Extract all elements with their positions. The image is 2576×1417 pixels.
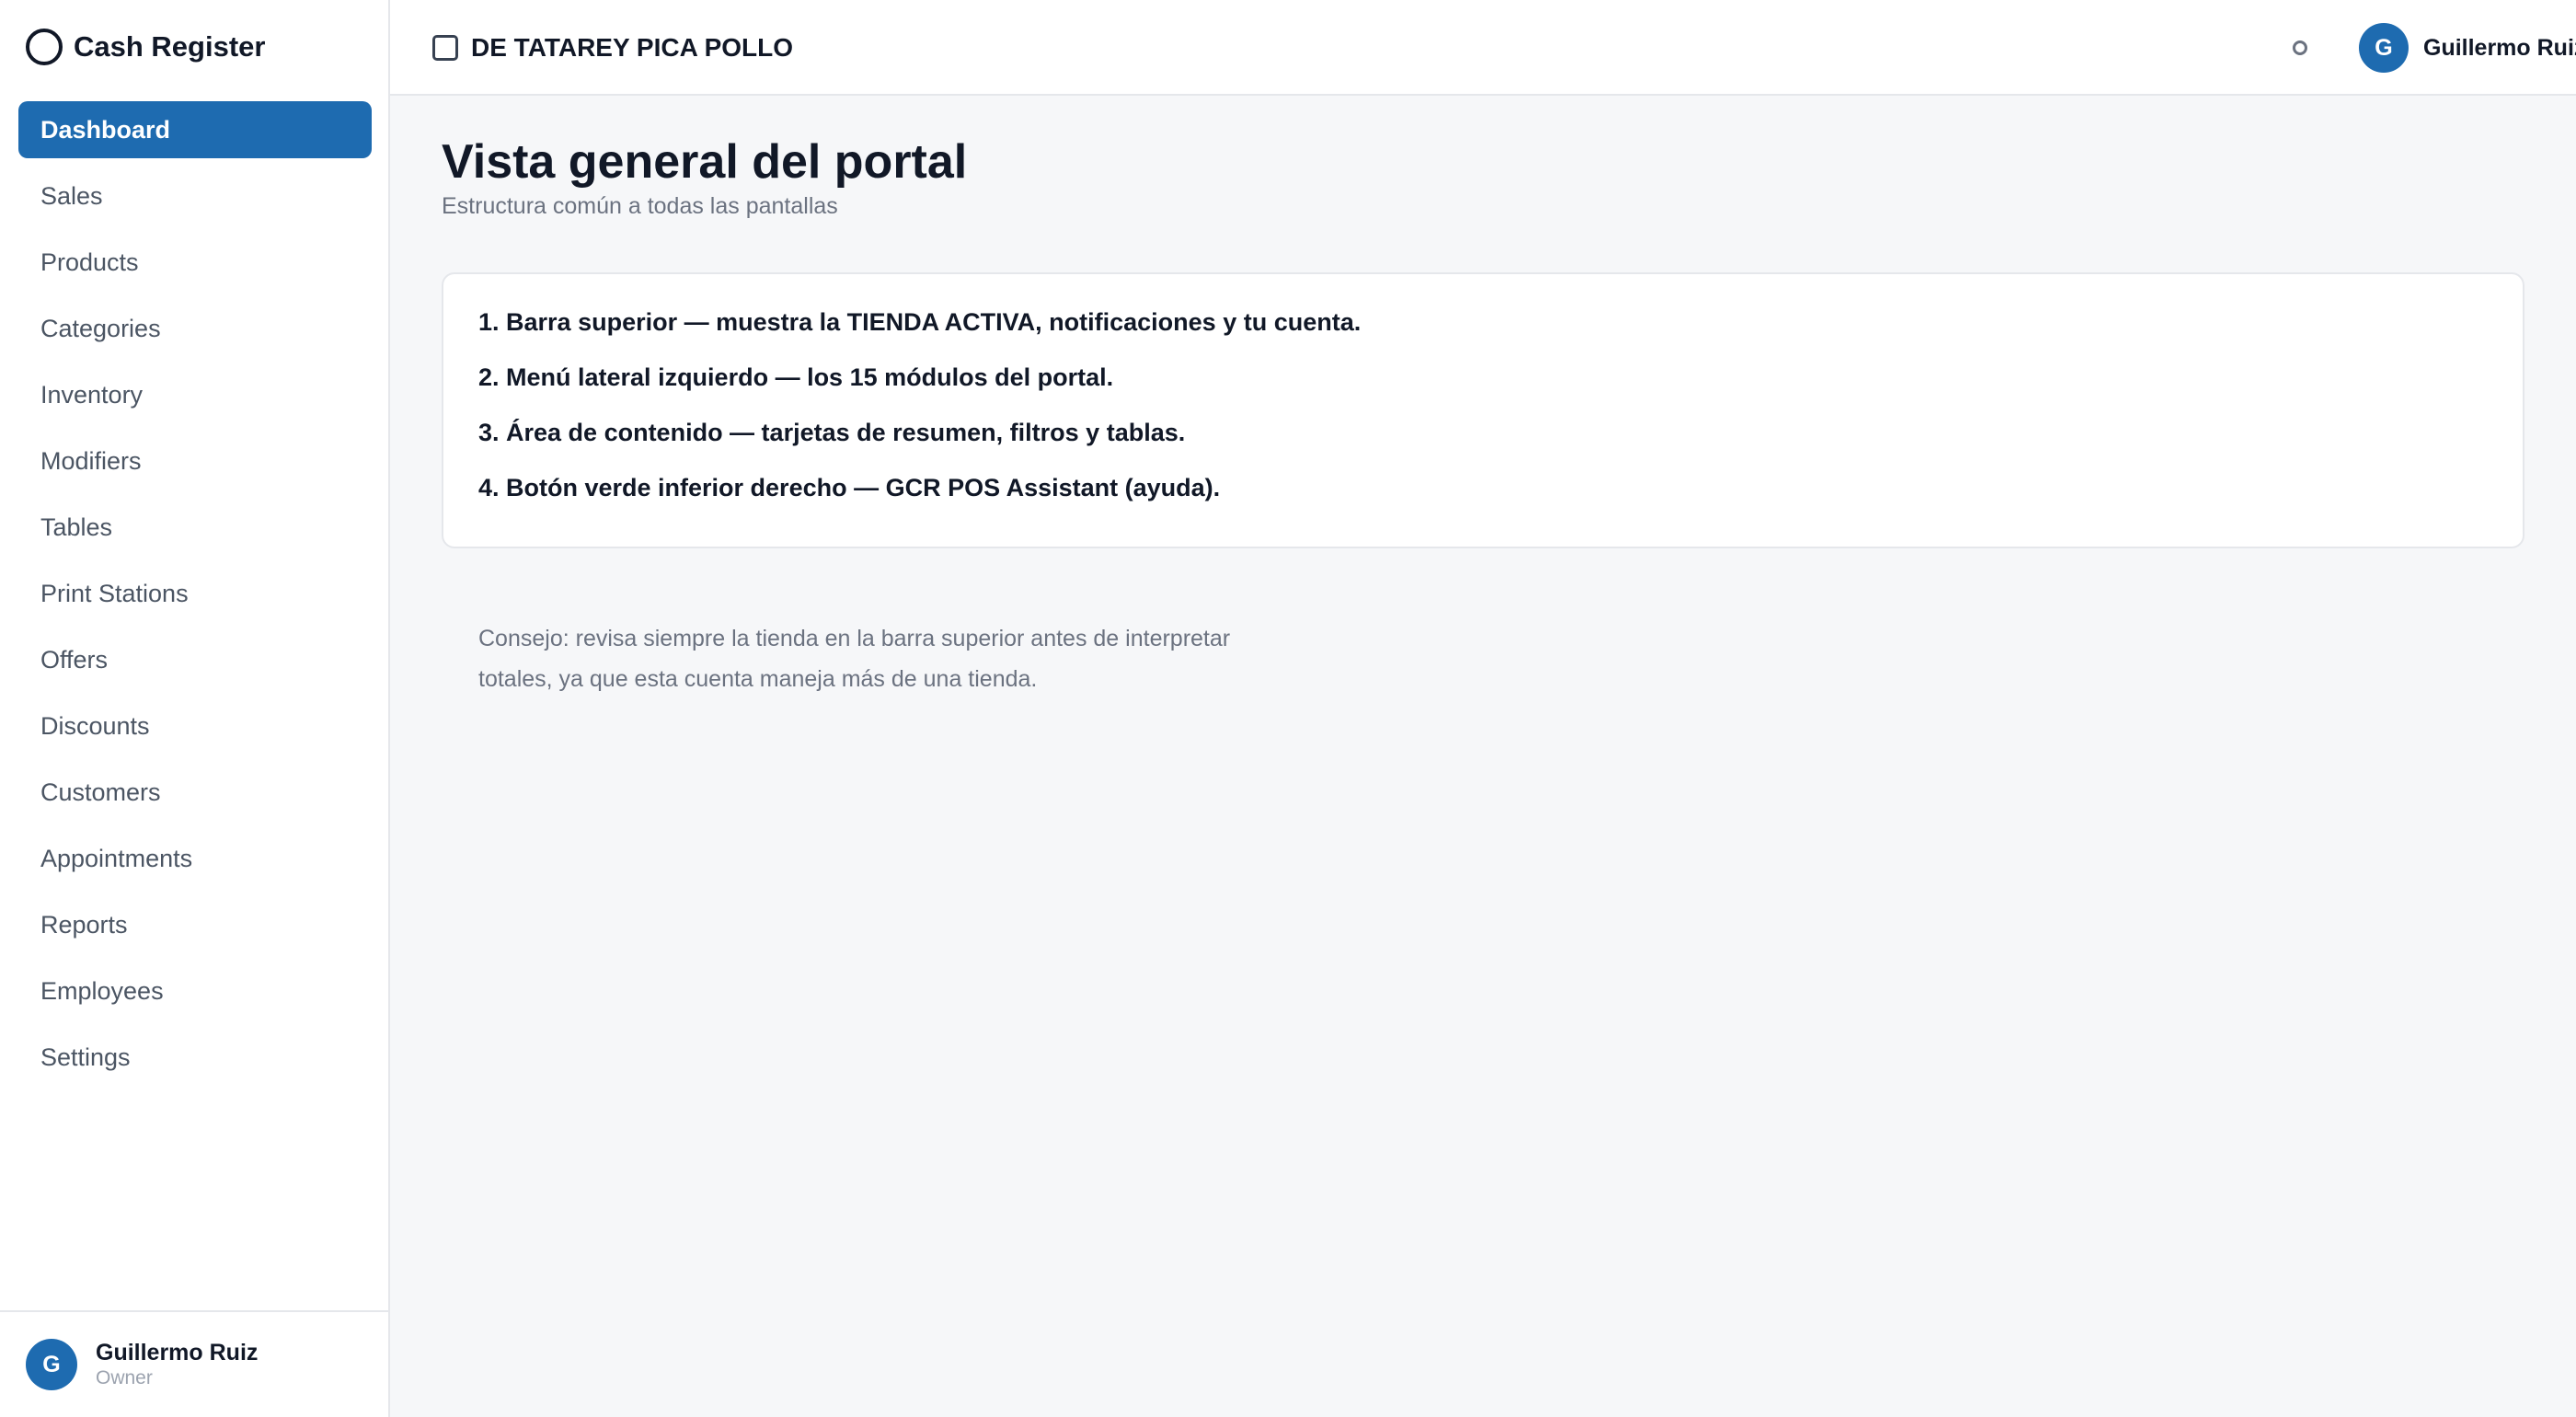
logo-circle-icon (26, 29, 63, 65)
user-role: Owner (96, 1367, 153, 1388)
avatar: G (2359, 23, 2409, 73)
sidebar-item-print-stations[interactable]: Print Stations (18, 565, 372, 622)
sidebar-item-sales[interactable]: Sales (18, 167, 372, 225)
sidebar-item-customers[interactable]: Customers (18, 764, 372, 821)
structure-step: 4. Botón verde inferior derecho — GCR PO… (478, 474, 1221, 501)
notification-icon[interactable] (2293, 40, 2307, 55)
structure-step: 3. Área de contenido — tarjetas de resum… (478, 419, 1186, 446)
sidebar-item-dashboard[interactable]: Dashboard (18, 101, 372, 158)
sidebar-item-tables[interactable]: Tables (18, 499, 372, 556)
active-store-selector[interactable]: DE TATAREY PICA POLLO (432, 28, 793, 68)
app-root: Cash Register Dashboard Sales Products C… (0, 0, 2576, 1417)
user-info: Guillermo Ruiz Owner (96, 1339, 258, 1390)
account-menu[interactable]: G Guillermo Ruiz (2359, 22, 2576, 74)
tip-text: Consejo: revisa siempre la tienda en la … (478, 626, 1231, 692)
sidebar-item-discounts[interactable]: Discounts (18, 697, 372, 755)
sidebar-nav: Dashboard Sales Products Categories Inve… (18, 101, 372, 1095)
sidebar-item-offers[interactable]: Offers (18, 631, 372, 688)
sidebar: Cash Register Dashboard Sales Products C… (0, 0, 390, 1417)
sidebar-user-profile[interactable]: G Guillermo Ruiz Owner (0, 1310, 388, 1417)
page-title: Vista general del portal (442, 135, 968, 189)
structure-step: 2. Menú lateral izquierdo — los 15 módul… (478, 363, 1114, 391)
avatar: G (26, 1339, 77, 1390)
sidebar-item-employees[interactable]: Employees (18, 962, 372, 1020)
portal-structure-card: 1. Barra superior — muestra la TIENDA AC… (442, 272, 2524, 548)
sidebar-item-categories[interactable]: Categories (18, 300, 372, 357)
store-checkbox-icon[interactable] (432, 35, 458, 61)
brand-name: Cash Register (74, 30, 266, 63)
sidebar-item-appointments[interactable]: Appointments (18, 830, 372, 887)
user-name: Guillermo Ruiz (96, 1340, 259, 1365)
sidebar-item-modifiers[interactable]: Modifiers (18, 432, 372, 490)
content-area: Vista general del portal Estructura comú… (390, 96, 2576, 1417)
sidebar-item-inventory[interactable]: Inventory (18, 366, 372, 423)
structure-step: 1. Barra superior — muestra la TIENDA AC… (478, 308, 1362, 336)
page-subtitle: Estructura común a todas las pantallas (442, 193, 838, 219)
sidebar-item-settings[interactable]: Settings (18, 1029, 372, 1086)
account-name: Guillermo Ruiz (2423, 34, 2576, 61)
sidebar-item-reports[interactable]: Reports (18, 896, 372, 953)
brand[interactable]: Cash Register (26, 26, 265, 68)
sidebar-item-products[interactable]: Products (18, 234, 372, 291)
top-bar: DE TATAREY PICA POLLO G Guillermo Ruiz (390, 0, 2576, 96)
active-store-name: DE TATAREY PICA POLLO (471, 33, 794, 62)
